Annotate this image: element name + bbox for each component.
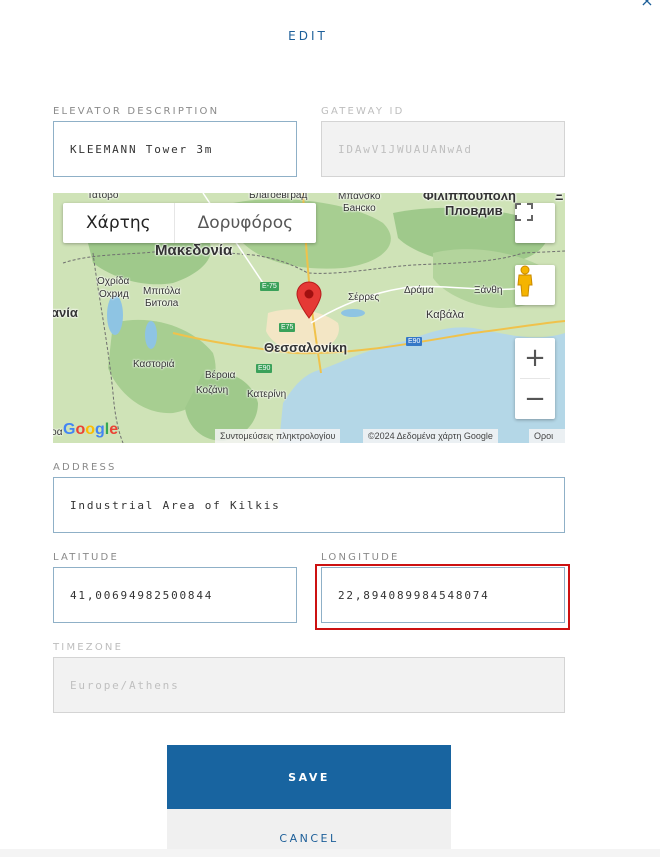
timezone-label: TIMEZONE — [53, 642, 124, 653]
map-label: Θεσσαλονίκη — [264, 340, 348, 355]
map-label: Κοζάνη — [196, 385, 229, 396]
fullscreen-button[interactable] — [515, 203, 555, 243]
gateway-id-input: IDAwV1JWUAUANwAd — [321, 121, 565, 177]
map-type-map-button[interactable]: Χάρτης — [63, 203, 174, 243]
road-shield: E-75 — [260, 282, 279, 291]
map-label: Банско — [343, 203, 376, 214]
map-label: ρα — [53, 427, 63, 438]
map-label: Βέροια — [205, 370, 236, 381]
street-view-pegman-button[interactable] — [515, 265, 555, 305]
map-label: Φιλιππούπολη — [423, 193, 516, 203]
map-label: Οχρίδα — [97, 276, 130, 287]
location-map[interactable]: Χάρτης Δορυφόρος + − Τατοβο Благоевград … — [53, 193, 565, 443]
road-shield: E90 — [256, 364, 273, 373]
latitude-input[interactable]: 41,00694982500844 — [53, 567, 297, 623]
map-label: ανία — [53, 305, 78, 320]
map-label: Δράμα — [404, 285, 434, 296]
dialog-title: EDIT — [288, 29, 328, 43]
elevator-description-input[interactable]: KLEEMANN Tower 3m — [53, 121, 297, 177]
address-label: ADDRESS — [53, 462, 117, 473]
map-type-satellite-button[interactable]: Δορυφόρος — [173, 203, 316, 243]
zoom-out-button[interactable]: − — [515, 379, 555, 419]
elevator-description-label: ELEVATOR DESCRIPTION — [53, 106, 220, 117]
longitude-highlight-box — [315, 564, 570, 630]
fullscreen-icon — [515, 203, 533, 221]
longitude-label: LONGITUDE — [321, 552, 400, 563]
map-label: Τατοβο — [87, 193, 119, 201]
address-input[interactable]: Industrial Area of Kilkis — [53, 477, 565, 533]
map-label: Κατερίνη — [247, 389, 287, 400]
road-shield: E90 — [406, 337, 423, 346]
map-label: Ξ — [555, 193, 564, 203]
map-type-control: Χάρτης Δορυφόρος — [63, 203, 317, 243]
save-button[interactable]: SAVE — [167, 745, 451, 809]
zoom-in-button[interactable]: + — [515, 338, 555, 378]
map-label: Битола — [145, 298, 179, 309]
timezone-input: Europe/Athens — [53, 657, 565, 713]
map-label: Καστοριά — [133, 359, 175, 370]
map-label: Μπιτόλα — [143, 286, 181, 297]
gateway-id-label: GATEWAY ID — [321, 106, 405, 117]
map-label: Ξάνθη — [474, 285, 503, 296]
location-marker-icon[interactable] — [296, 281, 322, 319]
map-label: Καβάλα — [426, 309, 464, 321]
map-data-attribution: ©2024 Δεδομένα χάρτη Google — [363, 429, 498, 443]
zoom-control: + − — [515, 338, 555, 419]
terms-link[interactable]: Οροι — [529, 429, 565, 443]
map-label: Пловдив — [445, 203, 503, 218]
map-label: Μακεδονία — [155, 242, 233, 259]
keyboard-shortcuts-link[interactable]: Συντομεύσεις πληκτρολογίου — [215, 429, 341, 443]
map-label: Охрид — [99, 289, 129, 300]
map-label: Μπανσκο — [338, 193, 381, 202]
road-shield: E75 — [279, 323, 296, 332]
bottom-strip — [0, 849, 660, 857]
close-icon[interactable]: × — [638, 0, 656, 9]
pegman-icon — [517, 265, 533, 297]
map-label: Σέρρες — [348, 292, 380, 303]
map-label: Благоевград — [249, 193, 308, 201]
google-logo: Google — [63, 421, 119, 438]
latitude-label: LATITUDE — [53, 552, 119, 563]
